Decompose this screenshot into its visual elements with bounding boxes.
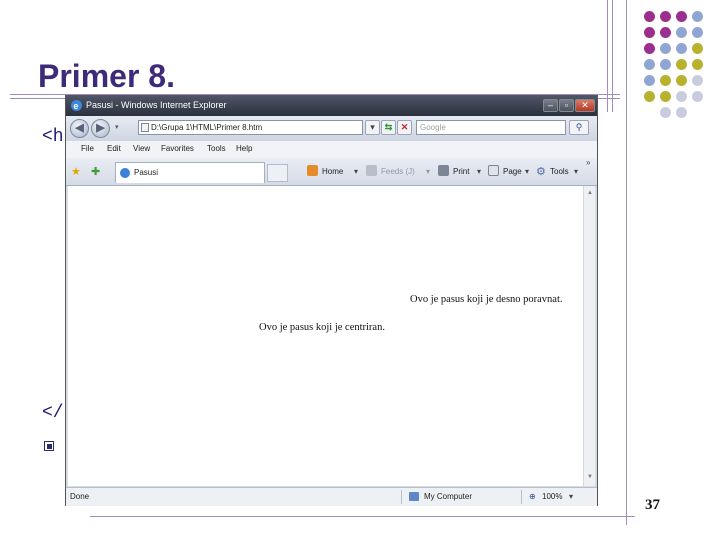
minimize-button[interactable]: – xyxy=(543,99,558,112)
zoom-dropdown-icon[interactable]: ▾ xyxy=(569,492,573,501)
new-tab-button[interactable] xyxy=(267,164,288,182)
zoom-icon[interactable]: ⊕ xyxy=(529,492,536,501)
menu-file[interactable]: File xyxy=(81,144,94,153)
menu-bar: File Edit View Favorites Tools Help xyxy=(66,141,597,159)
slide-title: Primer 8. xyxy=(38,58,175,94)
zoom-level[interactable]: 100% xyxy=(542,492,562,501)
menu-help[interactable]: Help xyxy=(236,144,252,153)
right-aligned-paragraph: Ovo je pasus koji je desno poravnat. xyxy=(410,294,563,305)
page-menu-button[interactable]: Page xyxy=(503,167,522,176)
tab-label: Pasusi xyxy=(134,168,159,177)
computer-zone-icon xyxy=(409,492,419,501)
back-button[interactable]: ◀ xyxy=(70,119,89,138)
ie-logo-icon: e xyxy=(71,100,82,111)
stop-icon[interactable]: ✕ xyxy=(397,120,412,135)
search-icon[interactable]: ⚲ xyxy=(569,120,589,135)
page-number: 37 xyxy=(645,497,660,513)
maximize-button[interactable]: ▫ xyxy=(559,99,574,112)
favorites-star-icon[interactable]: ★ xyxy=(71,165,81,178)
zone-text: My Computer xyxy=(424,492,473,501)
page-dropdown-icon[interactable]: ▾ xyxy=(525,167,529,176)
page-menu-icon[interactable] xyxy=(488,165,499,176)
centered-paragraph: Ovo je pasus koji je centriran. xyxy=(259,322,385,333)
forward-button[interactable]: ▶ xyxy=(91,119,110,138)
menu-edit[interactable]: Edit xyxy=(107,144,121,153)
tools-menu-button[interactable]: Tools xyxy=(550,167,569,176)
code-open-fragment: <h xyxy=(42,127,64,147)
home-icon[interactable] xyxy=(307,165,318,176)
print-icon[interactable] xyxy=(438,165,449,176)
home-dropdown-icon[interactable]: ▾ xyxy=(354,167,358,176)
status-text: Done xyxy=(70,492,90,501)
print-button[interactable]: Print xyxy=(453,167,469,176)
toolbar-overflow-icon[interactable]: » xyxy=(586,158,590,167)
close-window-button[interactable]: ✕ xyxy=(575,99,595,112)
address-dropdown-button[interactable]: ▾ xyxy=(365,120,380,135)
window-title: Pasusi - Windows Internet Explorer xyxy=(86,100,227,110)
feeds-icon[interactable] xyxy=(366,165,377,176)
page-content: Ovo je pasus koji je desno poravnat. Ovo… xyxy=(68,186,583,486)
search-input[interactable]: Google xyxy=(416,120,566,135)
tools-gear-icon[interactable]: ⚙ xyxy=(536,165,546,178)
menu-tools[interactable]: Tools xyxy=(207,144,226,153)
window-titlebar: e Pasusi - Windows Internet Explorer – ▫… xyxy=(66,96,597,116)
scroll-down-icon[interactable]: ▼ xyxy=(585,472,595,482)
refresh-icon[interactable]: ⇆ xyxy=(381,120,396,135)
history-dropdown-icon[interactable]: ▾ xyxy=(115,123,119,131)
tools-dropdown-icon[interactable]: ▾ xyxy=(574,167,578,176)
print-dropdown-icon[interactable]: ▾ xyxy=(477,167,481,176)
status-bar: Done My Computer ⊕ 100% ▾ xyxy=(66,487,597,506)
menu-favorites[interactable]: Favorites xyxy=(161,144,194,153)
menu-view[interactable]: View xyxy=(133,144,150,153)
browser-window: e Pasusi - Windows Internet Explorer – ▫… xyxy=(65,95,598,506)
feeds-button[interactable]: Feeds (J) xyxy=(381,167,415,176)
add-favorites-icon[interactable]: ✚ xyxy=(91,165,100,178)
home-button[interactable]: Home xyxy=(322,167,343,176)
address-input[interactable]: D:\Grupa 1\HTML\Primer 8.htm xyxy=(138,120,363,135)
vertical-scrollbar[interactable]: ▲ ▼ xyxy=(583,186,595,486)
tab-page-icon xyxy=(120,168,130,178)
code-close-fragment: </ xyxy=(42,403,64,423)
tab-bar: ★ ✚ Pasusi Home ▾ Feeds (J) ▾ Print ▾ Pa… xyxy=(66,158,597,186)
address-toolbar: ◀ ▶ ▾ D:\Grupa 1\HTML\Primer 8.htm ▾ ⇆ ✕… xyxy=(66,116,597,141)
address-text: D:\Grupa 1\HTML\Primer 8.htm xyxy=(151,123,263,132)
feeds-dropdown-icon[interactable]: ▾ xyxy=(426,167,430,176)
svg-text:e: e xyxy=(73,101,78,111)
tab-pasusi[interactable]: Pasusi xyxy=(115,162,265,183)
page-icon xyxy=(141,123,149,132)
scroll-up-icon[interactable]: ▲ xyxy=(585,188,595,198)
bullet-icon xyxy=(44,441,54,451)
